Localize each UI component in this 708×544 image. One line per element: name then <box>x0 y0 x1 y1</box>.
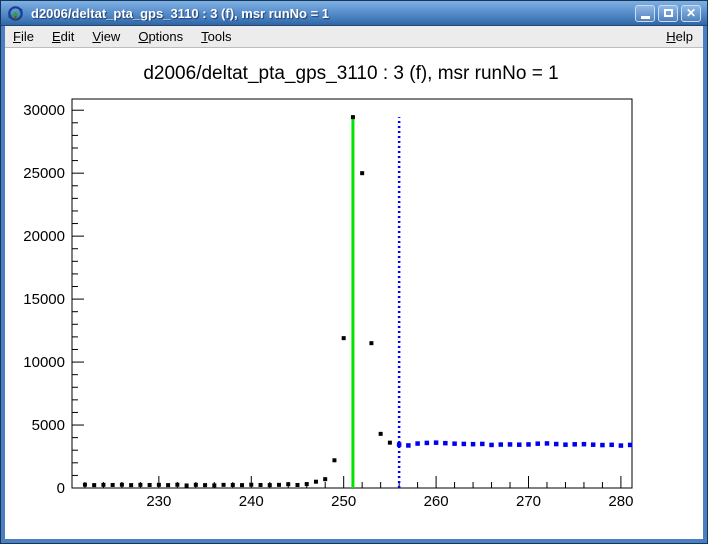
fit-tail-point <box>535 441 540 446</box>
histogram-data-point <box>332 458 336 462</box>
histogram-data-point <box>92 483 96 487</box>
histogram-data-point <box>351 115 355 119</box>
histogram-data-point <box>286 482 290 486</box>
histogram-data-point <box>369 341 373 345</box>
y-tick-label: 10000 <box>23 354 65 371</box>
plot-canvas[interactable]: d2006/deltat_pta_gps_3110 : 3 (f), msr r… <box>5 48 703 539</box>
menu-options[interactable]: Options <box>129 27 192 46</box>
minimize-button[interactable] <box>635 5 655 22</box>
close-icon: ✕ <box>686 7 696 19</box>
fit-tail-point <box>508 442 512 447</box>
histogram-data-point <box>120 483 124 487</box>
fit-tail-point <box>600 443 605 448</box>
histogram-data-point <box>175 483 179 487</box>
histogram-data-point <box>212 483 216 487</box>
x-tick-label: 260 <box>424 493 449 510</box>
histogram-data-point <box>379 432 383 436</box>
minimize-icon <box>641 16 650 19</box>
histogram-data-point <box>360 171 364 175</box>
histogram-data-point <box>240 483 244 487</box>
root-canvas-window: d2006/deltat_pta_gps_3110 : 3 (f), msr r… <box>0 0 708 544</box>
histogram-data-point <box>157 483 161 487</box>
maximize-icon <box>664 9 673 17</box>
fit-tail-point <box>415 441 420 446</box>
y-tick-label: 15000 <box>23 291 65 308</box>
fit-tail-point <box>489 443 494 448</box>
fit-tail-point <box>582 442 587 447</box>
histogram-data-point <box>111 483 115 487</box>
histogram-data-point <box>388 441 392 445</box>
y-tick-label: 5000 <box>32 417 65 434</box>
plot-title: d2006/deltat_pta_gps_3110 : 3 (f), msr r… <box>143 63 558 84</box>
histogram-data-point <box>222 483 226 487</box>
fit-tail-point <box>452 441 457 446</box>
histogram-data-point <box>148 483 152 487</box>
fit-tail-point <box>443 441 448 446</box>
fit-tail-point <box>434 440 439 445</box>
y-tick-label: 30000 <box>23 102 65 119</box>
histogram-data-point <box>295 483 299 487</box>
titlebar[interactable]: d2006/deltat_pta_gps_3110 : 3 (f), msr r… <box>1 1 707 26</box>
histogram-data-point <box>249 483 253 487</box>
histogram-data-point <box>314 480 318 484</box>
histogram-data-point <box>259 483 263 487</box>
menu-help[interactable]: Help <box>657 27 703 46</box>
menu-edit[interactable]: Edit <box>43 27 83 46</box>
y-tick-label: 20000 <box>23 228 65 245</box>
fit-tail-point <box>545 441 550 446</box>
histogram-data-point <box>138 483 142 487</box>
fit-tail-point <box>563 442 568 447</box>
histogram-data-point <box>342 336 346 340</box>
fit-tail-point <box>462 442 467 447</box>
fit-tail-point <box>425 441 430 446</box>
menubar: File Edit View Options Tools Help <box>5 26 703 48</box>
fit-tail-point <box>406 443 411 448</box>
fit-tail-point <box>480 442 485 447</box>
histogram-data-point <box>268 483 272 487</box>
y-tick-label: 0 <box>57 480 65 497</box>
histogram-data-point <box>323 477 327 481</box>
fit-tail-point <box>397 442 402 447</box>
close-button[interactable]: ✕ <box>681 5 701 22</box>
fit-tail-point <box>554 442 559 447</box>
histogram-data-point <box>83 483 87 487</box>
histogram-data-point <box>277 483 281 487</box>
fit-tail-point <box>628 443 633 448</box>
fit-tail-point <box>591 442 596 447</box>
root-app-icon <box>7 5 24 22</box>
histogram-data-point <box>101 483 105 487</box>
x-tick-label: 230 <box>146 493 171 510</box>
y-tick-label: 25000 <box>23 165 65 182</box>
fit-tail-point <box>609 443 614 448</box>
menu-view[interactable]: View <box>83 27 129 46</box>
histogram-data-point <box>231 483 235 487</box>
fit-tail-point <box>499 442 504 447</box>
maximize-button[interactable] <box>658 5 678 22</box>
window-title: d2006/deltat_pta_gps_3110 : 3 (f), msr r… <box>31 6 635 21</box>
histogram-data-point <box>166 483 170 487</box>
fit-tail-point <box>572 442 577 447</box>
fit-tail-point <box>526 442 531 447</box>
histogram-plot[interactable]: d2006/deltat_pta_gps_3110 : 3 (f), msr r… <box>5 48 703 539</box>
histogram-data-point <box>185 483 189 487</box>
fit-tail-point <box>517 442 522 447</box>
histogram-data-point <box>194 483 198 487</box>
histogram-data-point <box>305 482 309 486</box>
fit-tail-point <box>471 442 476 447</box>
x-tick-label: 240 <box>239 493 264 510</box>
fit-tail-point <box>619 443 624 448</box>
x-tick-label: 270 <box>516 493 541 510</box>
x-tick-label: 250 <box>331 493 356 510</box>
menu-tools[interactable]: Tools <box>192 27 240 46</box>
histogram-data-point <box>203 483 207 487</box>
histogram-data-point <box>129 483 133 487</box>
x-tick-label: 280 <box>608 493 633 510</box>
menu-file[interactable]: File <box>5 27 43 46</box>
